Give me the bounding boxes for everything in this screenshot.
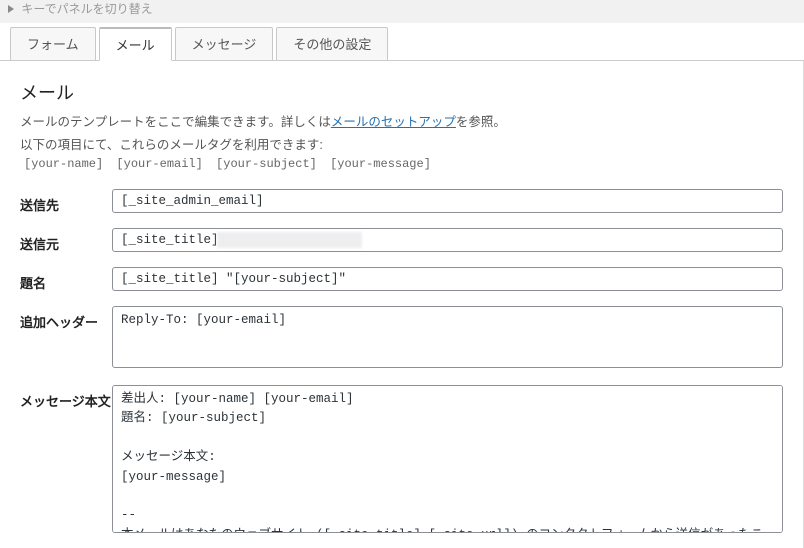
textarea-body[interactable] (112, 385, 783, 533)
input-to[interactable] (112, 189, 783, 213)
tab-messages[interactable]: メッセージ (175, 27, 274, 60)
chevron-right-icon (8, 5, 14, 13)
input-subject[interactable] (112, 267, 783, 291)
textarea-headers[interactable] (112, 306, 783, 368)
panel-toggle[interactable]: キーでパネルを切り替え (0, 0, 804, 23)
tab-form[interactable]: フォーム (10, 27, 96, 60)
label-from: 送信元 (20, 228, 112, 253)
label-body: メッセージ本文 (20, 385, 112, 410)
mailtag-list: [your-name] [your-email] [your-subject] … (24, 157, 783, 171)
desc-text-post: を参照。 (456, 115, 506, 129)
section-desc: メールのテンプレートをここで編集できます。詳しくはメールのセットアップを参照。 (20, 111, 783, 130)
input-from[interactable] (112, 228, 783, 252)
mail-panel: メール メールのテンプレートをここで編集できます。詳しくはメールのセットアップを… (0, 61, 804, 548)
mailtag-desc: 以下の項目にて、これらのメールタグを利用できます: (20, 134, 783, 153)
panel-toggle-label: キーでパネルを切り替え (21, 2, 152, 16)
setup-link[interactable]: メールのセットアップ (331, 115, 456, 129)
label-headers: 追加ヘッダー (20, 306, 112, 331)
section-title: メール (20, 79, 783, 105)
tab-mail[interactable]: メール (99, 27, 172, 61)
mailtag: [your-message] (330, 157, 431, 171)
mailtag: [your-email] (116, 157, 202, 171)
tab-other[interactable]: その他の設定 (276, 27, 388, 60)
mailtag: [your-name] (24, 157, 103, 171)
desc-text-pre: メールのテンプレートをここで編集できます。詳しくは (20, 115, 331, 129)
label-to: 送信先 (20, 189, 112, 214)
tab-bar: フォーム メール メッセージ その他の設定 (0, 23, 804, 61)
mailtag: [your-subject] (216, 157, 317, 171)
label-subject: 題名 (20, 267, 112, 292)
